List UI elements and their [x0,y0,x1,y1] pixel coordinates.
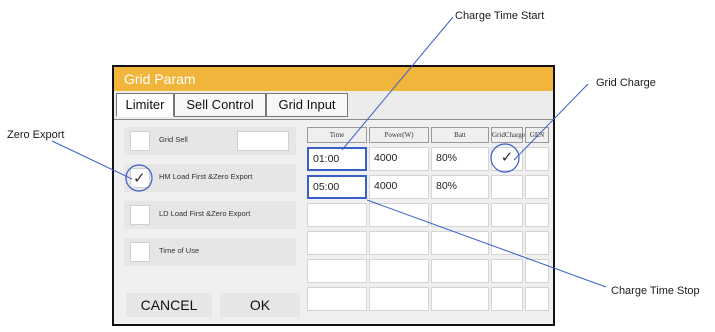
row5-power-cell[interactable] [369,259,429,283]
grid-sell-option: Grid Sell [124,127,296,155]
title-bar: Grid Param [114,67,553,91]
hm-load-first-option: ✓ HM Load First &Zero Export [124,164,296,192]
row5-gen-checkbox[interactable] [525,259,549,283]
row6-gen-checkbox[interactable] [525,287,549,311]
grid-sell-value-field[interactable] [237,131,289,151]
time-of-use-option: Time of Use [124,238,296,266]
row1-power-cell[interactable]: 4000 [369,147,429,171]
row4-time-cell[interactable] [307,231,367,255]
row5-grid-charge-checkbox[interactable] [491,259,523,283]
row1-grid-charge-checkbox[interactable]: ✓ [491,147,523,171]
row1-time-cell[interactable]: 01:00 [307,147,367,171]
ld-load-first-label: LD Load First &Zero Export [159,209,251,218]
row6-time-cell[interactable] [307,287,367,311]
ld-load-first-option: LD Load First &Zero Export [124,201,296,229]
row1-gen-checkbox[interactable] [525,147,549,171]
tab-sell-control[interactable]: Sell Control [174,93,266,117]
row2-time-cell[interactable]: 05:00 [307,175,367,199]
row2-power-cell[interactable]: 4000 [369,175,429,199]
check-icon: ✓ [500,149,514,166]
row4-gen-checkbox[interactable] [525,231,549,255]
ld-load-first-checkbox[interactable] [130,205,150,225]
grid-sell-checkbox[interactable] [130,131,150,151]
row6-power-cell[interactable] [369,287,429,311]
ok-button[interactable]: OK [220,293,300,317]
row3-time-cell[interactable] [307,203,367,227]
row2-grid-charge-checkbox[interactable] [491,175,523,199]
row4-batt-cell[interactable] [431,231,489,255]
row3-grid-charge-checkbox[interactable] [491,203,523,227]
window-title: Grid Param [124,71,196,87]
time-of-use-checkbox[interactable] [130,242,150,262]
row5-batt-cell[interactable] [431,259,489,283]
row4-power-cell[interactable] [369,231,429,255]
row2-batt-cell[interactable]: 80% [431,175,489,199]
row3-power-cell[interactable] [369,203,429,227]
annotation-charge-time-stop: Charge Time Stop [611,285,700,297]
header-batt: Batt [431,127,489,143]
row5-time-cell[interactable] [307,259,367,283]
header-gen: GEN [525,127,549,143]
row3-gen-checkbox[interactable] [525,203,549,227]
annotation-grid-charge: Grid Charge [596,77,656,89]
tab-limiter[interactable]: Limiter [116,93,174,117]
row1-batt-cell[interactable]: 80% [431,147,489,171]
hm-load-first-checkbox[interactable]: ✓ [130,168,150,188]
grid-param-window: Grid Param Limiter Sell Control Grid Inp… [112,65,555,326]
time-of-use-label: Time of Use [159,246,200,255]
row6-batt-cell[interactable] [431,287,489,311]
tab-bar: Limiter Sell Control Grid Input [114,91,553,120]
annotation-charge-time-start: Charge Time Start [455,10,545,22]
grid-sell-label: Grid Sell [159,135,188,144]
tab-grid-input[interactable]: Grid Input [266,93,348,117]
annotation-zero-export: Zero Export [7,129,65,141]
header-time: Time [307,127,367,143]
check-icon: ✓ [133,170,146,187]
cancel-button[interactable]: CANCEL [126,293,212,317]
row6-grid-charge-checkbox[interactable] [491,287,523,311]
row4-grid-charge-checkbox[interactable] [491,231,523,255]
header-grid-charge: GridCharge [491,127,525,143]
row3-batt-cell[interactable] [431,203,489,227]
row2-gen-checkbox[interactable] [525,175,549,199]
header-power: Power(W) [369,127,429,143]
hm-load-first-label: HM Load First &Zero Export [159,172,253,181]
